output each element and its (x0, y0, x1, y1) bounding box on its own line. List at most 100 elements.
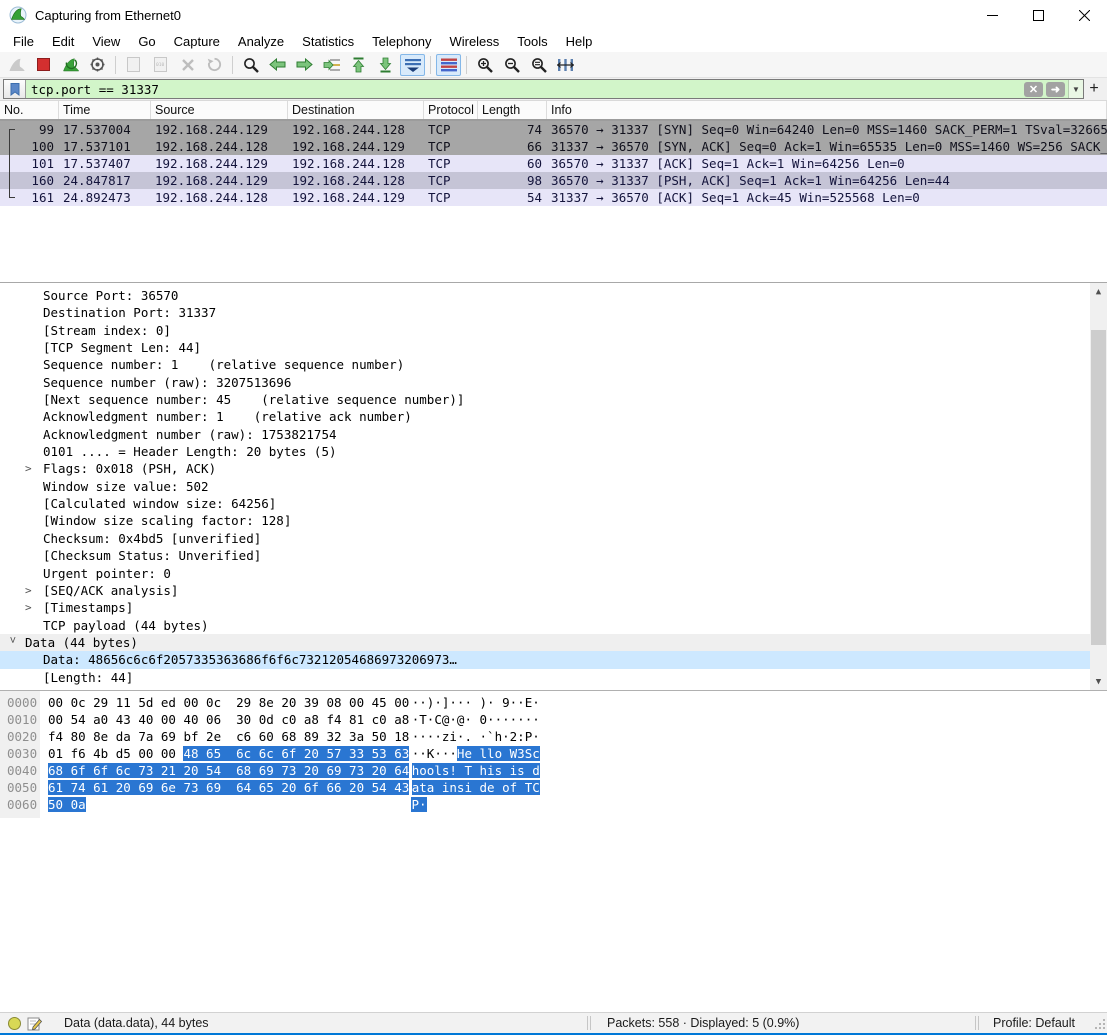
expert-info-icon[interactable] (8, 1017, 21, 1030)
detail-line[interactable]: TCP payload (44 bytes) (0, 617, 1107, 634)
hex-row-0030[interactable]: 003001 f6 4b d5 00 00 48 65 6c 6c 6f 20 … (0, 745, 1107, 762)
column-header-destination[interactable]: Destination (288, 101, 424, 119)
detail-line[interactable]: [Stream index: 0] (0, 322, 1107, 339)
open-file-icon[interactable] (121, 54, 146, 76)
expander-closed-icon[interactable]: > (25, 460, 37, 477)
menu-file[interactable]: File (4, 32, 43, 51)
menu-tools[interactable]: Tools (508, 32, 556, 51)
menu-telephony[interactable]: Telephony (363, 32, 440, 51)
detail-line[interactable]: [Window size scaling factor: 128] (0, 512, 1107, 529)
resize-grip[interactable] (1093, 1017, 1105, 1029)
zoom-out-icon[interactable] (499, 54, 524, 76)
packet-row-161[interactable]: 16124.892473192.168.244.128192.168.244.1… (0, 189, 1107, 206)
scroll-down-icon[interactable]: ▼ (1090, 673, 1107, 690)
restart-capture-icon[interactable] (58, 54, 83, 76)
menu-view[interactable]: View (83, 32, 129, 51)
detail-line[interactable]: Checksum: 0x4bd5 [unverified] (0, 530, 1107, 547)
menu-wireless[interactable]: Wireless (440, 32, 508, 51)
detail-line[interactable]: 0101 .... = Header Length: 20 bytes (5) (0, 443, 1107, 460)
expander-open-icon[interactable]: > (4, 637, 21, 649)
detail-line[interactable]: Sequence number: 1 (relative sequence nu… (0, 356, 1107, 373)
menu-capture[interactable]: Capture (165, 32, 229, 51)
packet-row-99[interactable]: 9917.537004192.168.244.129192.168.244.12… (0, 121, 1107, 138)
go-forward-icon[interactable] (292, 54, 317, 76)
packet-bytes-pane: 000000 0c 29 11 5d ed 00 0c 29 8e 20 39 … (0, 691, 1107, 1012)
hex-row-0010[interactable]: 001000 54 a0 43 40 00 40 06 30 0d c0 a8 … (0, 711, 1107, 728)
status-profile[interactable]: Profile: Default (985, 1016, 1093, 1030)
save-file-icon[interactable]: 010 (148, 54, 173, 76)
go-back-icon[interactable] (265, 54, 290, 76)
menu-statistics[interactable]: Statistics (293, 32, 363, 51)
detail-line[interactable]: Acknowledgment number (raw): 1753821754 (0, 426, 1107, 443)
filter-add-button[interactable]: + (1084, 80, 1104, 98)
hex-row-0050[interactable]: 005061 74 61 20 69 6e 73 69 64 65 20 6f … (0, 779, 1107, 796)
detail-line[interactable]: >[Timestamps] (0, 599, 1107, 616)
go-last-packet-icon[interactable] (373, 54, 398, 76)
column-header-protocol[interactable]: Protocol (424, 101, 478, 119)
filter-clear-icon[interactable]: ✕ (1024, 82, 1043, 97)
hex-row-0000[interactable]: 000000 0c 29 11 5d ed 00 0c 29 8e 20 39 … (0, 694, 1107, 711)
detail-line[interactable]: [Next sequence number: 45 (relative sequ… (0, 391, 1107, 408)
filter-bookmark-icon[interactable] (4, 80, 26, 98)
close-icon[interactable] (1061, 0, 1107, 30)
start-capture-icon[interactable] (4, 54, 29, 76)
column-header-time[interactable]: Time (59, 101, 151, 119)
scroll-up-icon[interactable]: ▲ (1090, 283, 1107, 300)
display-filter-input[interactable]: tcp.port == 31337 ✕ ➜ ▼ (3, 79, 1084, 99)
detail-line[interactable]: [Calculated window size: 64256] (0, 495, 1107, 512)
hex-row-0060[interactable]: 006050 0aP· (0, 796, 1107, 813)
packet-rows: 9917.537004192.168.244.129192.168.244.12… (0, 121, 1107, 206)
detail-line[interactable]: >Data (44 bytes) (0, 634, 1107, 651)
expander-closed-icon[interactable]: > (25, 599, 37, 616)
menu-go[interactable]: Go (129, 32, 164, 51)
column-header-source[interactable]: Source (151, 101, 288, 119)
detail-line[interactable]: Destination Port: 31337 (0, 304, 1107, 321)
packet-row-101[interactable]: 10117.537407192.168.244.129192.168.244.1… (0, 155, 1107, 172)
detail-line[interactable]: [Checksum Status: Unverified] (0, 547, 1107, 564)
scrollbar-thumb[interactable] (1091, 330, 1106, 645)
zoom-reset-icon[interactable] (526, 54, 551, 76)
details-scrollbar[interactable]: ▲ ▼ (1090, 283, 1107, 690)
colorize-icon[interactable] (436, 54, 461, 76)
menu-help[interactable]: Help (557, 32, 602, 51)
minimize-icon[interactable] (969, 0, 1015, 30)
menu-edit[interactable]: Edit (43, 32, 83, 51)
detail-line[interactable]: Acknowledgment number: 1 (relative ack n… (0, 408, 1107, 425)
detail-line[interactable]: Source Port: 36570 (0, 287, 1107, 304)
detail-line[interactable]: >Flags: 0x018 (PSH, ACK) (0, 460, 1107, 477)
packet-row-160[interactable]: 16024.847817192.168.244.129192.168.244.1… (0, 172, 1107, 189)
detail-line[interactable]: [Length: 44] (0, 669, 1107, 686)
expander-closed-icon[interactable]: > (25, 582, 37, 599)
hex-row-0020[interactable]: 0020f4 80 8e da 7a 69 bf 2e c6 60 68 89 … (0, 728, 1107, 745)
filter-dropdown-icon[interactable]: ▼ (1068, 80, 1083, 98)
window-title: Capturing from Ethernet0 (35, 8, 969, 23)
filter-apply-icon[interactable]: ➜ (1046, 82, 1065, 97)
find-packet-icon[interactable] (238, 54, 263, 76)
zoom-in-icon[interactable] (472, 54, 497, 76)
packet-list-pane: No.TimeSourceDestinationProtocolLengthIn… (0, 101, 1107, 283)
column-header-no[interactable]: No. (0, 101, 59, 119)
close-file-icon[interactable] (175, 54, 200, 76)
go-first-packet-icon[interactable] (346, 54, 371, 76)
detail-line[interactable]: Data: 48656c6c6f2057335363686f6f6c732120… (0, 651, 1107, 668)
go-to-packet-icon[interactable] (319, 54, 344, 76)
filter-expression[interactable]: tcp.port == 31337 (26, 82, 1024, 97)
capture-comment-icon[interactable] (27, 1016, 42, 1031)
detail-line[interactable]: Urgent pointer: 0 (0, 565, 1107, 582)
detail-line[interactable]: Window size value: 502 (0, 478, 1107, 495)
detail-line[interactable]: [TCP Segment Len: 44] (0, 339, 1107, 356)
stop-capture-icon[interactable] (31, 54, 56, 76)
maximize-icon[interactable] (1015, 0, 1061, 30)
hex-row-0040[interactable]: 004068 6f 6f 6c 73 21 20 54 68 69 73 20 … (0, 762, 1107, 779)
detail-line[interactable]: Sequence number (raw): 3207513696 (0, 374, 1107, 391)
resize-columns-icon[interactable] (553, 54, 578, 76)
capture-options-icon[interactable] (85, 54, 110, 76)
column-header-length[interactable]: Length (478, 101, 547, 119)
detail-line[interactable]: >[SEQ/ACK analysis] (0, 582, 1107, 599)
reload-file-icon[interactable] (202, 54, 227, 76)
menu-analyze[interactable]: Analyze (229, 32, 293, 51)
auto-scroll-icon[interactable] (400, 54, 425, 76)
wireshark-window: Capturing from Ethernet0 FileEditViewGoC… (0, 0, 1107, 1035)
packet-row-100[interactable]: 10017.537101192.168.244.128192.168.244.1… (0, 138, 1107, 155)
column-header-info[interactable]: Info (547, 101, 1107, 119)
